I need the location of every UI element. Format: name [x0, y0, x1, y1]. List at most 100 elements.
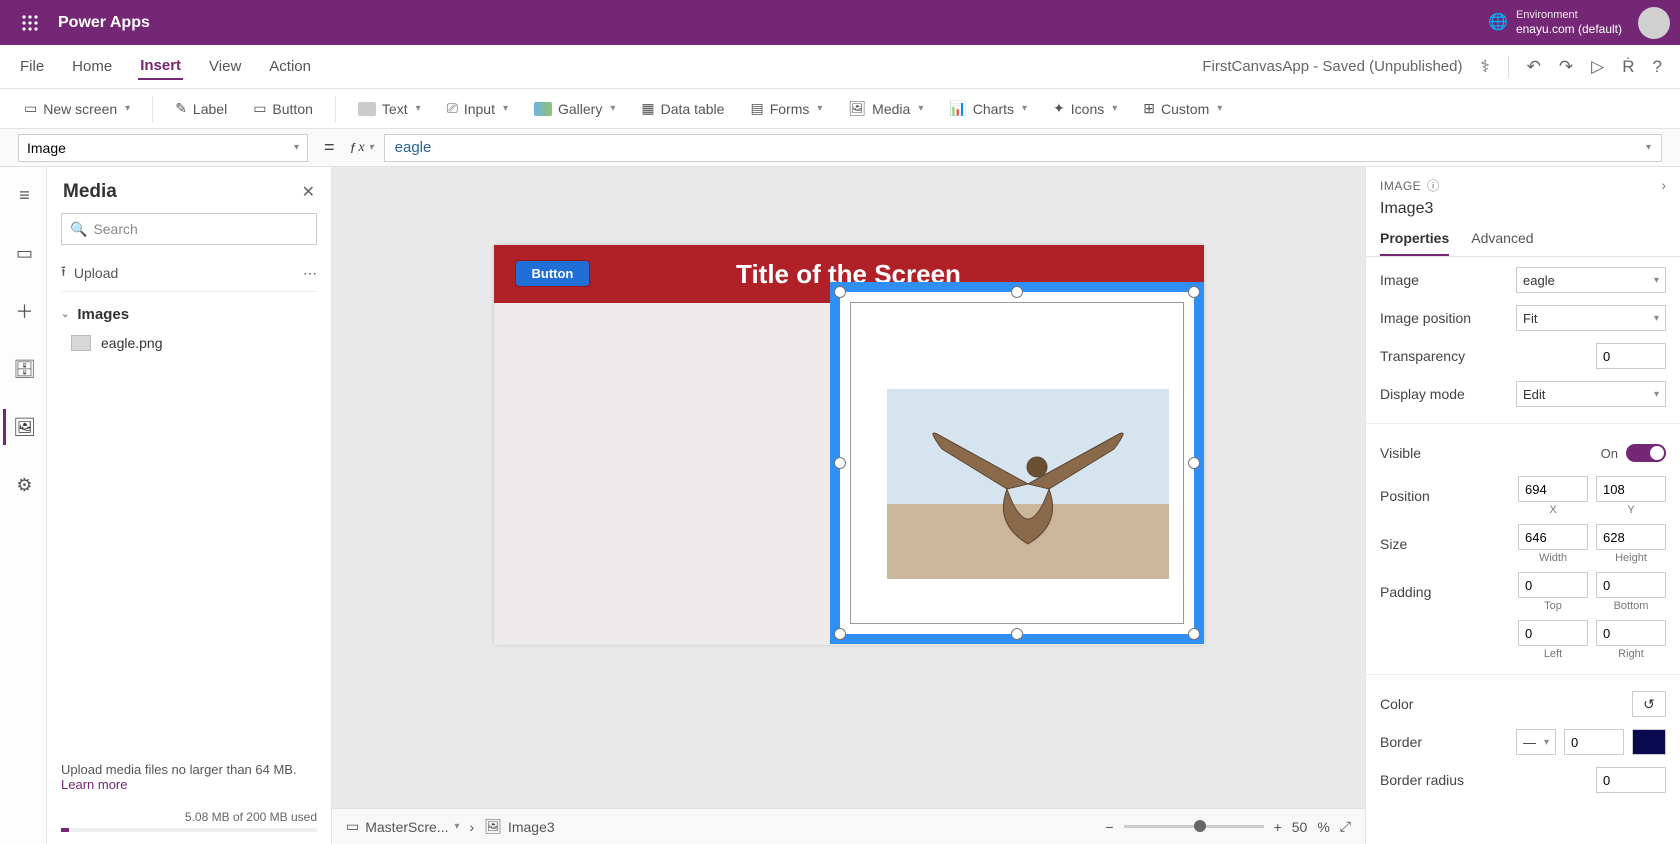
breadcrumb-control[interactable]: 🖼 Image3 [484, 818, 554, 835]
formula-input[interactable]: eagle ▾ [384, 134, 1662, 162]
share-icon[interactable]: Ṙ [1622, 57, 1634, 77]
zoom-out-button[interactable]: − [1105, 819, 1113, 835]
app-launcher-icon[interactable] [10, 15, 50, 31]
resize-handle[interactable] [834, 286, 846, 298]
insert-button-button[interactable]: ▭Button [247, 96, 319, 121]
undo-icon[interactable]: ↶ [1527, 57, 1541, 77]
collapse-pane-icon[interactable]: › [1661, 177, 1666, 193]
menu-insert[interactable]: Insert [138, 53, 183, 80]
resize-handle[interactable] [1188, 286, 1200, 298]
pos-y-input[interactable] [1596, 476, 1666, 502]
button-icon: ▭ [253, 100, 266, 117]
size-w-input[interactable] [1518, 524, 1588, 550]
avatar[interactable] [1638, 7, 1670, 39]
control-type-label: IMAGE [1380, 179, 1421, 193]
color-swatch[interactable]: ↺ [1632, 691, 1666, 717]
images-section-header[interactable]: ⌄ Images [61, 306, 317, 323]
menu-action[interactable]: Action [267, 54, 313, 79]
charts-icon: 📊 [949, 100, 966, 117]
menu-home[interactable]: Home [70, 54, 114, 79]
breadcrumb-screen[interactable]: ▭ MasterScre... ▾ [346, 818, 460, 835]
prop-imagepos-label: Image position [1380, 310, 1471, 326]
design-screen[interactable]: Button Title of the Screen [494, 245, 1204, 645]
prop-size-label: Size [1380, 536, 1407, 552]
upload-button[interactable]: ⭱ Upload [61, 261, 118, 285]
pad-left-input[interactable] [1518, 620, 1588, 646]
insert-icons-dropdown[interactable]: ✦Icons▾ [1047, 96, 1123, 121]
zoom-in-button[interactable]: + [1274, 819, 1282, 835]
pad-right-input[interactable] [1596, 620, 1666, 646]
help-icon[interactable]: ? [1653, 57, 1662, 77]
app-checker-icon[interactable]: ⚕ [1480, 57, 1489, 77]
insert-media-dropdown[interactable]: 🖼Media▾ [842, 96, 929, 121]
pad-top-input[interactable] [1518, 572, 1588, 598]
tab-properties[interactable]: Properties [1380, 230, 1449, 256]
environment-selector[interactable]: 🌐 Environment enayu.com (default) [1488, 9, 1622, 37]
insert-datatable-button[interactable]: ▦Data table [635, 96, 730, 121]
control-name: Image3 [1380, 200, 1666, 218]
resize-handle[interactable] [1011, 286, 1023, 298]
selected-image-control[interactable] [830, 282, 1204, 644]
rail-data[interactable]: 🗄 [3, 351, 43, 387]
resize-handle[interactable] [834, 628, 846, 640]
fx-button[interactable]: fx▾ [351, 140, 374, 156]
insert-forms-dropdown[interactable]: ▤Forms▾ [744, 96, 828, 121]
insert-text-dropdown[interactable]: Text▾ [352, 97, 427, 121]
insert-charts-dropdown[interactable]: 📊Charts▾ [943, 96, 1033, 121]
upload-hint: Upload media files no larger than 64 MB. [61, 762, 317, 777]
border-width-input[interactable] [1564, 729, 1624, 755]
preview-icon[interactable]: ▷ [1591, 57, 1604, 77]
visible-toggle[interactable] [1626, 444, 1666, 462]
env-value: enayu.com (default) [1516, 22, 1622, 36]
media-item[interactable]: eagle.png [61, 329, 317, 357]
more-icon[interactable]: ⋯ [303, 265, 317, 282]
new-screen-button[interactable]: ▭New screen▾ [18, 96, 136, 121]
upload-icon: ⭱ [61, 261, 66, 285]
app-name: Power Apps [58, 14, 150, 32]
insert-gallery-dropdown[interactable]: Gallery▾ [528, 97, 621, 121]
resize-handle[interactable] [834, 457, 846, 469]
tab-advanced[interactable]: Advanced [1471, 230, 1533, 256]
size-h-input[interactable] [1596, 524, 1666, 550]
prop-padding-label: Padding [1380, 584, 1431, 600]
resize-handle[interactable] [1188, 457, 1200, 469]
media-panel-title: Media [63, 181, 117, 203]
prop-position-label: Position [1380, 488, 1430, 504]
menu-view[interactable]: View [207, 54, 243, 79]
rail-tree-view[interactable]: ▭ [3, 235, 43, 271]
resize-handle[interactable] [1011, 628, 1023, 640]
rail-hamburger[interactable]: ≡ [3, 177, 43, 213]
zoom-slider[interactable] [1124, 825, 1264, 828]
pos-x-input[interactable] [1518, 476, 1588, 502]
border-color-swatch[interactable] [1632, 729, 1666, 755]
prop-image-select[interactable]: eagle▾ [1516, 267, 1666, 293]
info-icon[interactable]: ⓘ [1427, 177, 1440, 194]
media-item-label: eagle.png [101, 335, 163, 351]
prop-transparency-input[interactable] [1596, 343, 1666, 369]
learn-more-link[interactable]: Learn more [61, 777, 127, 792]
redo-icon[interactable]: ↷ [1559, 57, 1573, 77]
fit-screen-button[interactable]: ⤢ [1340, 818, 1351, 835]
canvas-button-control[interactable]: Button [516, 261, 590, 286]
pad-bottom-input[interactable] [1596, 572, 1666, 598]
property-selector-value: Image [27, 140, 66, 156]
media-search-input[interactable]: 🔍 Search [61, 213, 317, 245]
menu-file[interactable]: File [18, 54, 46, 79]
property-selector[interactable]: Image ▾ [18, 134, 308, 162]
insert-input-dropdown[interactable]: ⎚Input▾ [441, 96, 514, 121]
rail-advanced[interactable]: ⚙ [3, 467, 43, 503]
prop-border-label: Border [1380, 734, 1422, 750]
status-bar: ▭ MasterScre... ▾ › 🖼 Image3 − + 50 % ⤢ [332, 808, 1365, 844]
prop-imagepos-select[interactable]: Fit▾ [1516, 305, 1666, 331]
close-icon[interactable]: ✕ [302, 182, 315, 202]
insert-label-button[interactable]: ✎Label [169, 96, 233, 121]
env-label: Environment [1516, 9, 1622, 22]
resize-handle[interactable] [1188, 628, 1200, 640]
border-style-select[interactable]: —▾ [1516, 729, 1556, 755]
prop-displaymode-select[interactable]: Edit▾ [1516, 381, 1666, 407]
rail-media[interactable]: 🖼 [3, 409, 43, 445]
insert-custom-dropdown[interactable]: ⊞Custom▾ [1137, 96, 1228, 121]
border-radius-input[interactable] [1596, 767, 1666, 793]
media-icon: 🖼 [848, 100, 866, 117]
rail-insert[interactable]: ＋ [3, 293, 43, 329]
